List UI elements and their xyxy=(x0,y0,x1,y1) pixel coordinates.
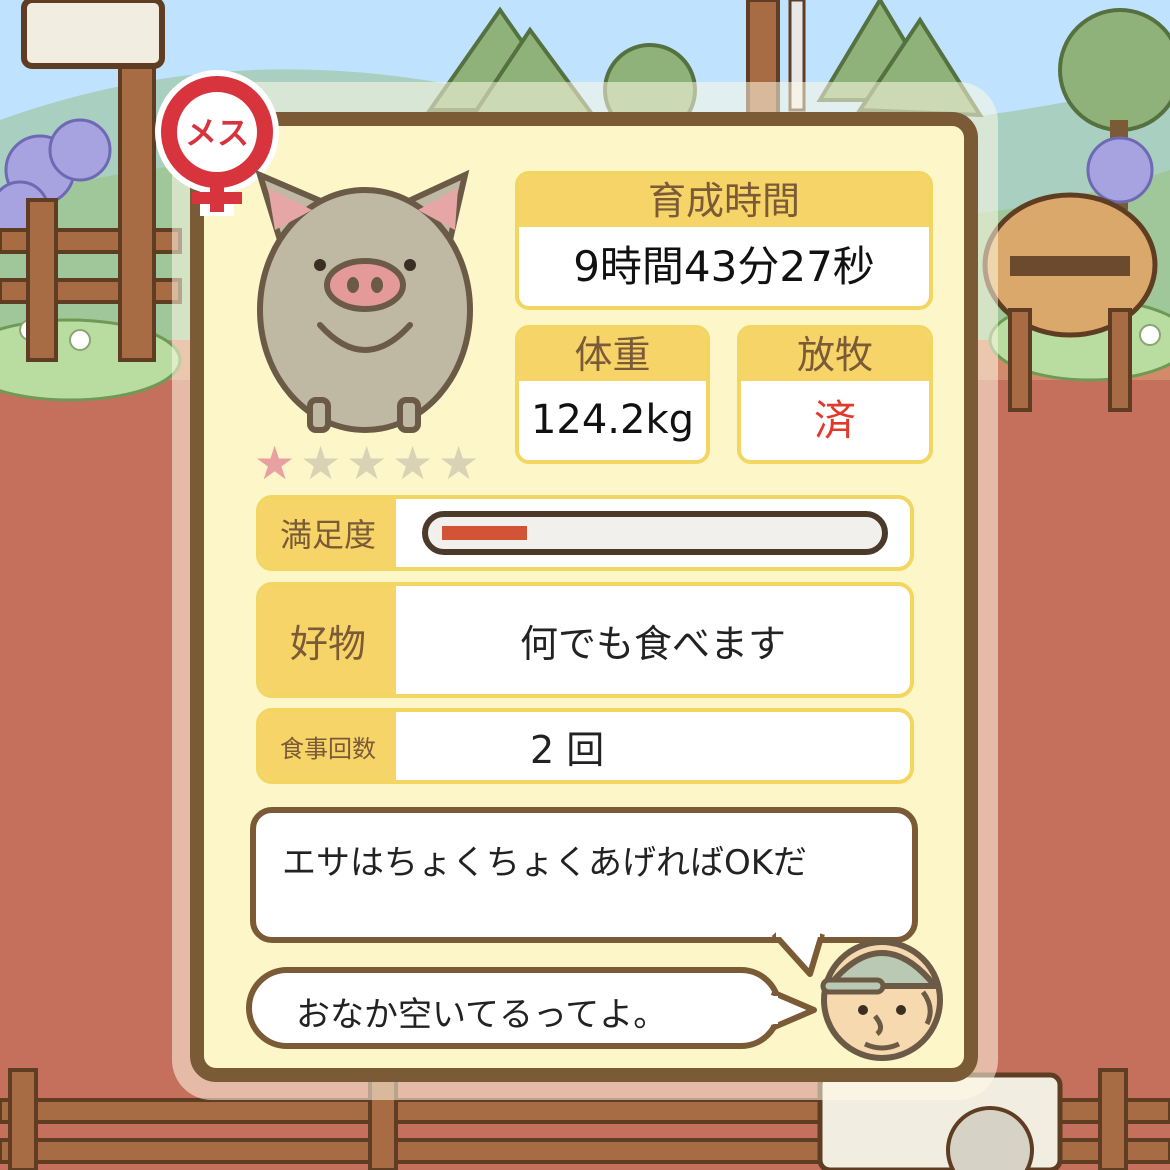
farmer-speech-text: エサはちょくちょくあげればOKだ xyxy=(282,843,808,883)
rating-star-2: ★ xyxy=(300,436,342,490)
favorite-food-value: 何でも食べます xyxy=(519,621,786,666)
grazing-box: 放牧 済 xyxy=(737,325,933,464)
breeding-time-box: 育成時間 9時間43分27秒 xyxy=(515,171,933,310)
rating-star-1: ★ xyxy=(254,436,296,490)
pig-avatar xyxy=(250,160,480,440)
gender-label: メス xyxy=(184,114,249,152)
farmer-speech-bubble: エサはちょくちょくあげればOKだ xyxy=(250,807,918,943)
grazing-label: 放牧 xyxy=(741,329,929,381)
satisfaction-label: 満足度 xyxy=(260,499,396,567)
status-bubble-tail xyxy=(770,989,817,1031)
meal-count-label: 食事回数 xyxy=(260,712,396,780)
status-message-text: おなか空いてるってよ。 xyxy=(296,995,668,1035)
satisfaction-gauge-fill xyxy=(442,526,527,540)
grazing-value: 済 xyxy=(813,396,856,445)
rating-star-5: ★ xyxy=(438,436,480,490)
meal-count-row: 食事回数 2 回 xyxy=(256,708,914,784)
rating-star-3: ★ xyxy=(346,436,388,490)
favorite-food-row: 好物 何でも食べます xyxy=(256,582,914,698)
pig-icon xyxy=(255,169,473,433)
breeding-time-label: 育成時間 xyxy=(519,175,929,227)
rating-star-4: ★ xyxy=(392,436,434,490)
meal-count-value: 2 回 xyxy=(530,727,605,772)
weight-label: 体重 xyxy=(519,329,706,381)
weight-value: 124.2kg xyxy=(530,397,695,443)
favorite-food-label: 好物 xyxy=(260,586,396,694)
satisfaction-row: 満足度 xyxy=(256,495,914,571)
weight-box: 体重 124.2kg xyxy=(515,325,710,464)
farmer-avatar xyxy=(815,928,950,1063)
satisfaction-gauge xyxy=(422,511,888,555)
breeding-time-value: 9時間43分27秒 xyxy=(573,242,875,291)
farmer-icon xyxy=(820,939,943,1061)
status-message-bubble: おなか空いてるってよ。 xyxy=(246,967,782,1049)
